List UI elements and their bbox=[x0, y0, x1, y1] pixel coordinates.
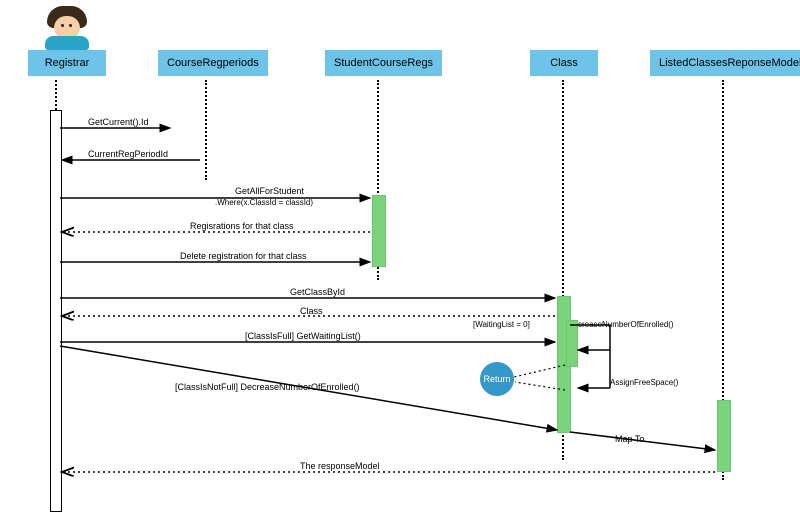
msg-getallforstudent: GetAllForStudent bbox=[235, 186, 304, 196]
sequence-diagram: Registrar CourseRegperiods StudentCourse… bbox=[0, 0, 800, 519]
participant-label: StudentCourseRegs bbox=[325, 50, 442, 76]
participant-listedmodel: ListedClassesReponseModel bbox=[650, 50, 800, 76]
msg-waitinglist: [WaitingList = 0] bbox=[473, 320, 530, 329]
return-bubble: Return bbox=[480, 362, 514, 396]
msg-deletereg: Delete registration for that class bbox=[180, 251, 307, 261]
msg-mapto: Map To bbox=[615, 434, 644, 444]
participant-class: Class bbox=[530, 50, 598, 76]
lifeline bbox=[205, 80, 207, 180]
msg-assignfreespace: AssignFreeSpace() bbox=[610, 378, 678, 387]
participant-registrar: Registrar bbox=[28, 6, 106, 76]
participant-label: ListedClassesReponseModel bbox=[650, 50, 800, 76]
arrows-layer bbox=[0, 0, 800, 519]
return-label: Return bbox=[483, 374, 510, 384]
msg-responsemodel: The responseModel bbox=[300, 461, 380, 471]
msg-registrations: Regisrations for that class bbox=[190, 221, 294, 231]
msg-getclassbyid: GetClassById bbox=[290, 287, 345, 297]
participant-coursereg: CourseRegperiods bbox=[158, 50, 268, 76]
msg-where: .Where(x.ClassId = classId) bbox=[215, 198, 313, 207]
participant-studentcourseregs: StudentCourseRegs bbox=[325, 50, 442, 76]
activation-registrar bbox=[50, 110, 62, 512]
participant-label: CourseRegperiods bbox=[158, 50, 268, 76]
activation-listedmodel bbox=[717, 400, 731, 472]
msg-currentregperiodid: CurrentRegPeriodId bbox=[88, 149, 168, 159]
msg-getcurrent: GetCurrent().Id bbox=[88, 117, 149, 127]
person-icon bbox=[47, 6, 87, 46]
participant-label: Registrar bbox=[28, 50, 106, 76]
activation-class-nested bbox=[566, 320, 578, 367]
activation-studentcourseregs bbox=[372, 195, 386, 267]
msg-crease: creaseNumberOfEnrolled() bbox=[578, 320, 674, 329]
msg-classisfull: [ClassIsFull] GetWaitingList() bbox=[245, 331, 361, 341]
participant-label: Class bbox=[530, 50, 598, 76]
msg-classnotfull: [ClassIsNotFull] DecreaseNumberOfEnrolle… bbox=[175, 382, 360, 392]
msg-class: Class bbox=[300, 306, 323, 316]
